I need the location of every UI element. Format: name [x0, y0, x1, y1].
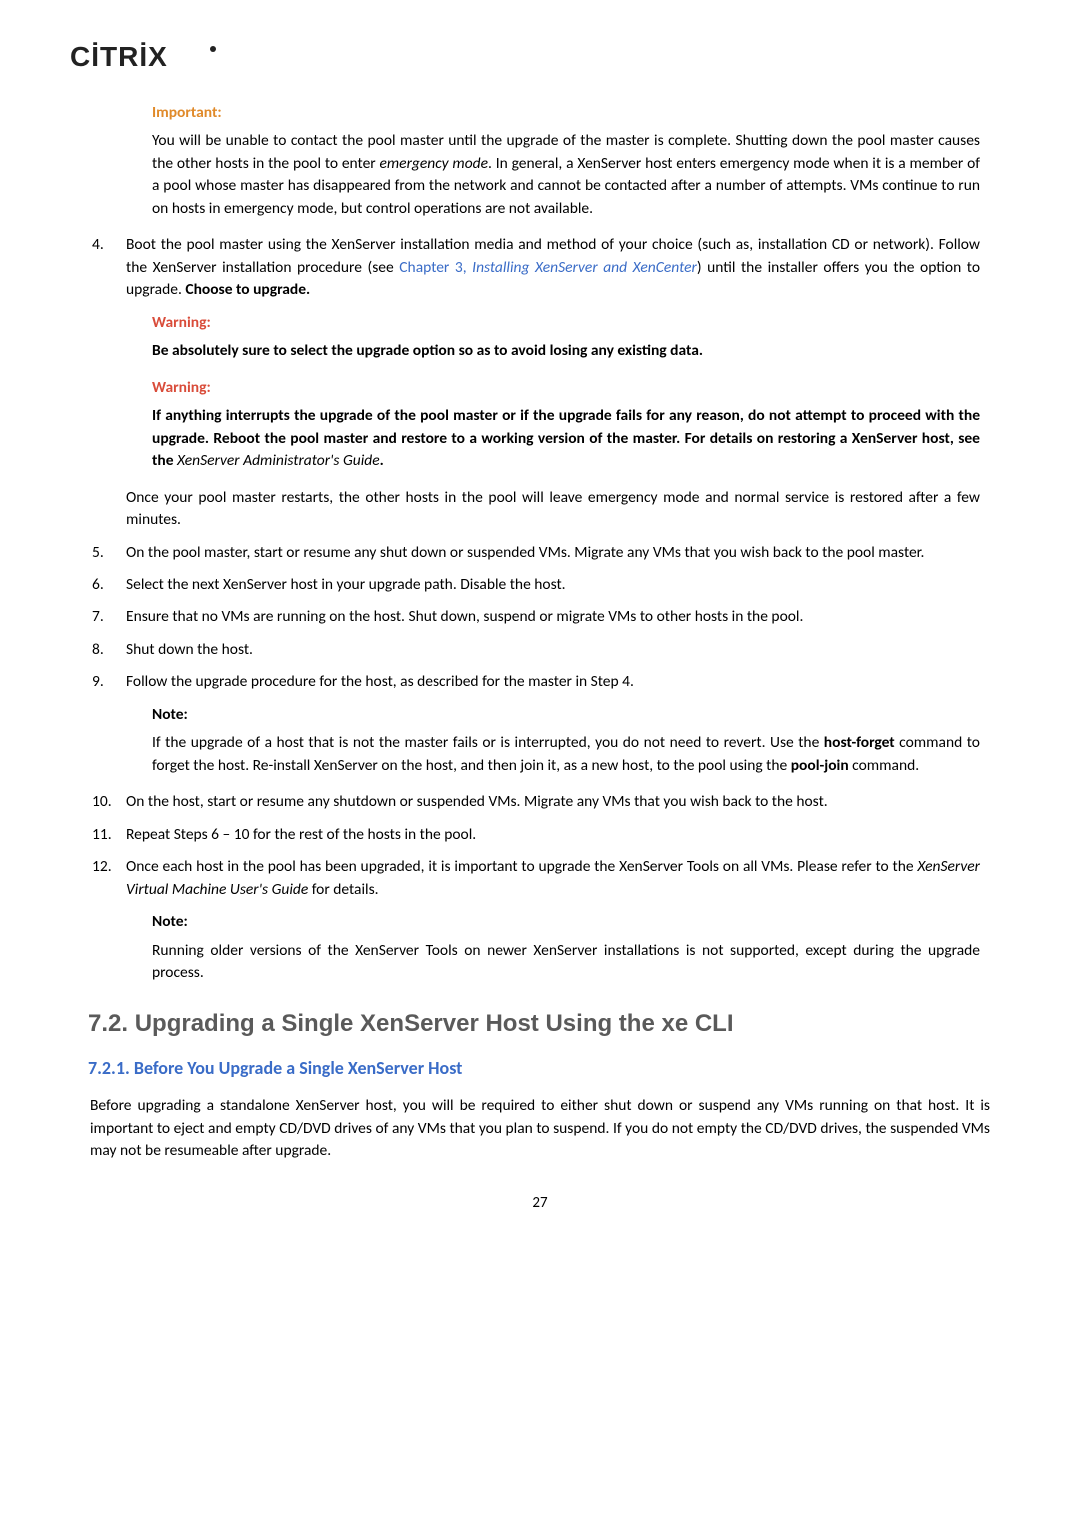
step-8-body: Shut down the host.	[126, 639, 990, 661]
section-7-2-1-body: Before upgrading a standalone XenServer …	[90, 1095, 990, 1162]
step-7-number: 7.	[90, 606, 126, 628]
warning-2-period: .	[380, 451, 384, 470]
step-9: 9. Follow the upgrade procedure for the …	[90, 671, 990, 693]
pool-join-cmd: pool-join	[791, 756, 849, 775]
step-12-a: Once each host in the pool has been upgr…	[126, 857, 917, 876]
step-4-post-body: Once your pool master restarts, the othe…	[126, 487, 990, 532]
citrix-logo: CİTRİX	[70, 40, 990, 74]
warning-1-body: Be absolutely sure to select the upgrade…	[152, 340, 980, 362]
step-10-number: 10.	[90, 791, 126, 813]
section-7-2-1-heading: 7.2.1. Before You Upgrade a Single XenSe…	[88, 1055, 990, 1081]
note-1-body: If the upgrade of a host that is not the…	[152, 732, 980, 777]
step-5-number: 5.	[90, 542, 126, 564]
note-2-label: Note:	[152, 911, 980, 933]
step-6-number: 6.	[90, 574, 126, 596]
step-11-body: Repeat Steps 6 – 10 for the rest of the …	[126, 824, 990, 846]
step-5: 5. On the pool master, start or resume a…	[90, 542, 990, 564]
step-9-body: Follow the upgrade procedure for the hos…	[126, 671, 990, 693]
section-7-2-heading: 7.2. Upgrading a Single XenServer Host U…	[88, 1007, 990, 1042]
note-1-c: command.	[849, 756, 920, 775]
svg-text:CİTRİX: CİTRİX	[70, 41, 168, 72]
warning-2-label: Warning:	[152, 377, 980, 399]
installing-xenserver-link[interactable]: Installing XenServer and XenCenter	[472, 258, 697, 277]
note-2-body: Running older versions of the XenServer …	[152, 940, 980, 985]
step-11: 11. Repeat Steps 6 – 10 for the rest of …	[90, 824, 990, 846]
step-8-number: 8.	[90, 639, 126, 661]
step-4: 4. Boot the pool master using the XenSer…	[90, 234, 990, 301]
step-5-body: On the pool master, start or resume any …	[126, 542, 990, 564]
step-10: 10. On the host, start or resume any shu…	[90, 791, 990, 813]
step-10-body: On the host, start or resume any shutdow…	[126, 791, 990, 813]
step-8: 8. Shut down the host.	[90, 639, 990, 661]
step-4-body: Boot the pool master using the XenServer…	[126, 234, 990, 301]
warning-2-italic: XenServer Administrator's Guide	[177, 451, 380, 470]
important-callout: Important: You will be unable to contact…	[152, 102, 980, 220]
warning-2-body: If anything interrupts the upgrade of th…	[152, 405, 980, 472]
step-11-number: 11.	[90, 824, 126, 846]
note-1-a: If the upgrade of a host that is not the…	[152, 733, 824, 752]
step-4-post: Once your pool master restarts, the othe…	[90, 487, 990, 532]
step-7: 7. Ensure that no VMs are running on the…	[90, 606, 990, 628]
step-12: 12. Once each host in the pool has been …	[90, 856, 990, 901]
host-forget-cmd: host-forget	[824, 733, 895, 752]
step-7-body: Ensure that no VMs are running on the ho…	[126, 606, 990, 628]
important-body: You will be unable to contact the pool m…	[152, 130, 980, 220]
step-12-b: for details.	[308, 880, 378, 899]
step-6-body: Select the next XenServer host in your u…	[126, 574, 990, 596]
step-6: 6. Select the next XenServer host in you…	[90, 574, 990, 596]
warning-1-label: Warning:	[152, 312, 980, 334]
warning-1: Warning: Be absolutely sure to select th…	[152, 312, 980, 363]
step-4-number: 4.	[90, 234, 126, 301]
warning-2: Warning: If anything interrupts the upgr…	[152, 377, 980, 473]
citrix-logo-svg: CİTRİX	[70, 40, 220, 74]
step-4-bold: Choose to upgrade.	[185, 280, 310, 299]
chapter-3-link[interactable]: Chapter 3,	[399, 258, 472, 277]
step-12-number: 12.	[90, 856, 126, 901]
page-number: 27	[90, 1193, 990, 1215]
important-label: Important:	[152, 102, 980, 124]
note-2: Note: Running older versions of the XenS…	[152, 911, 980, 984]
step-12-body: Once each host in the pool has been upgr…	[126, 856, 990, 901]
note-1-label: Note:	[152, 704, 980, 726]
step-9-number: 9.	[90, 671, 126, 693]
note-1: Note: If the upgrade of a host that is n…	[152, 704, 980, 777]
